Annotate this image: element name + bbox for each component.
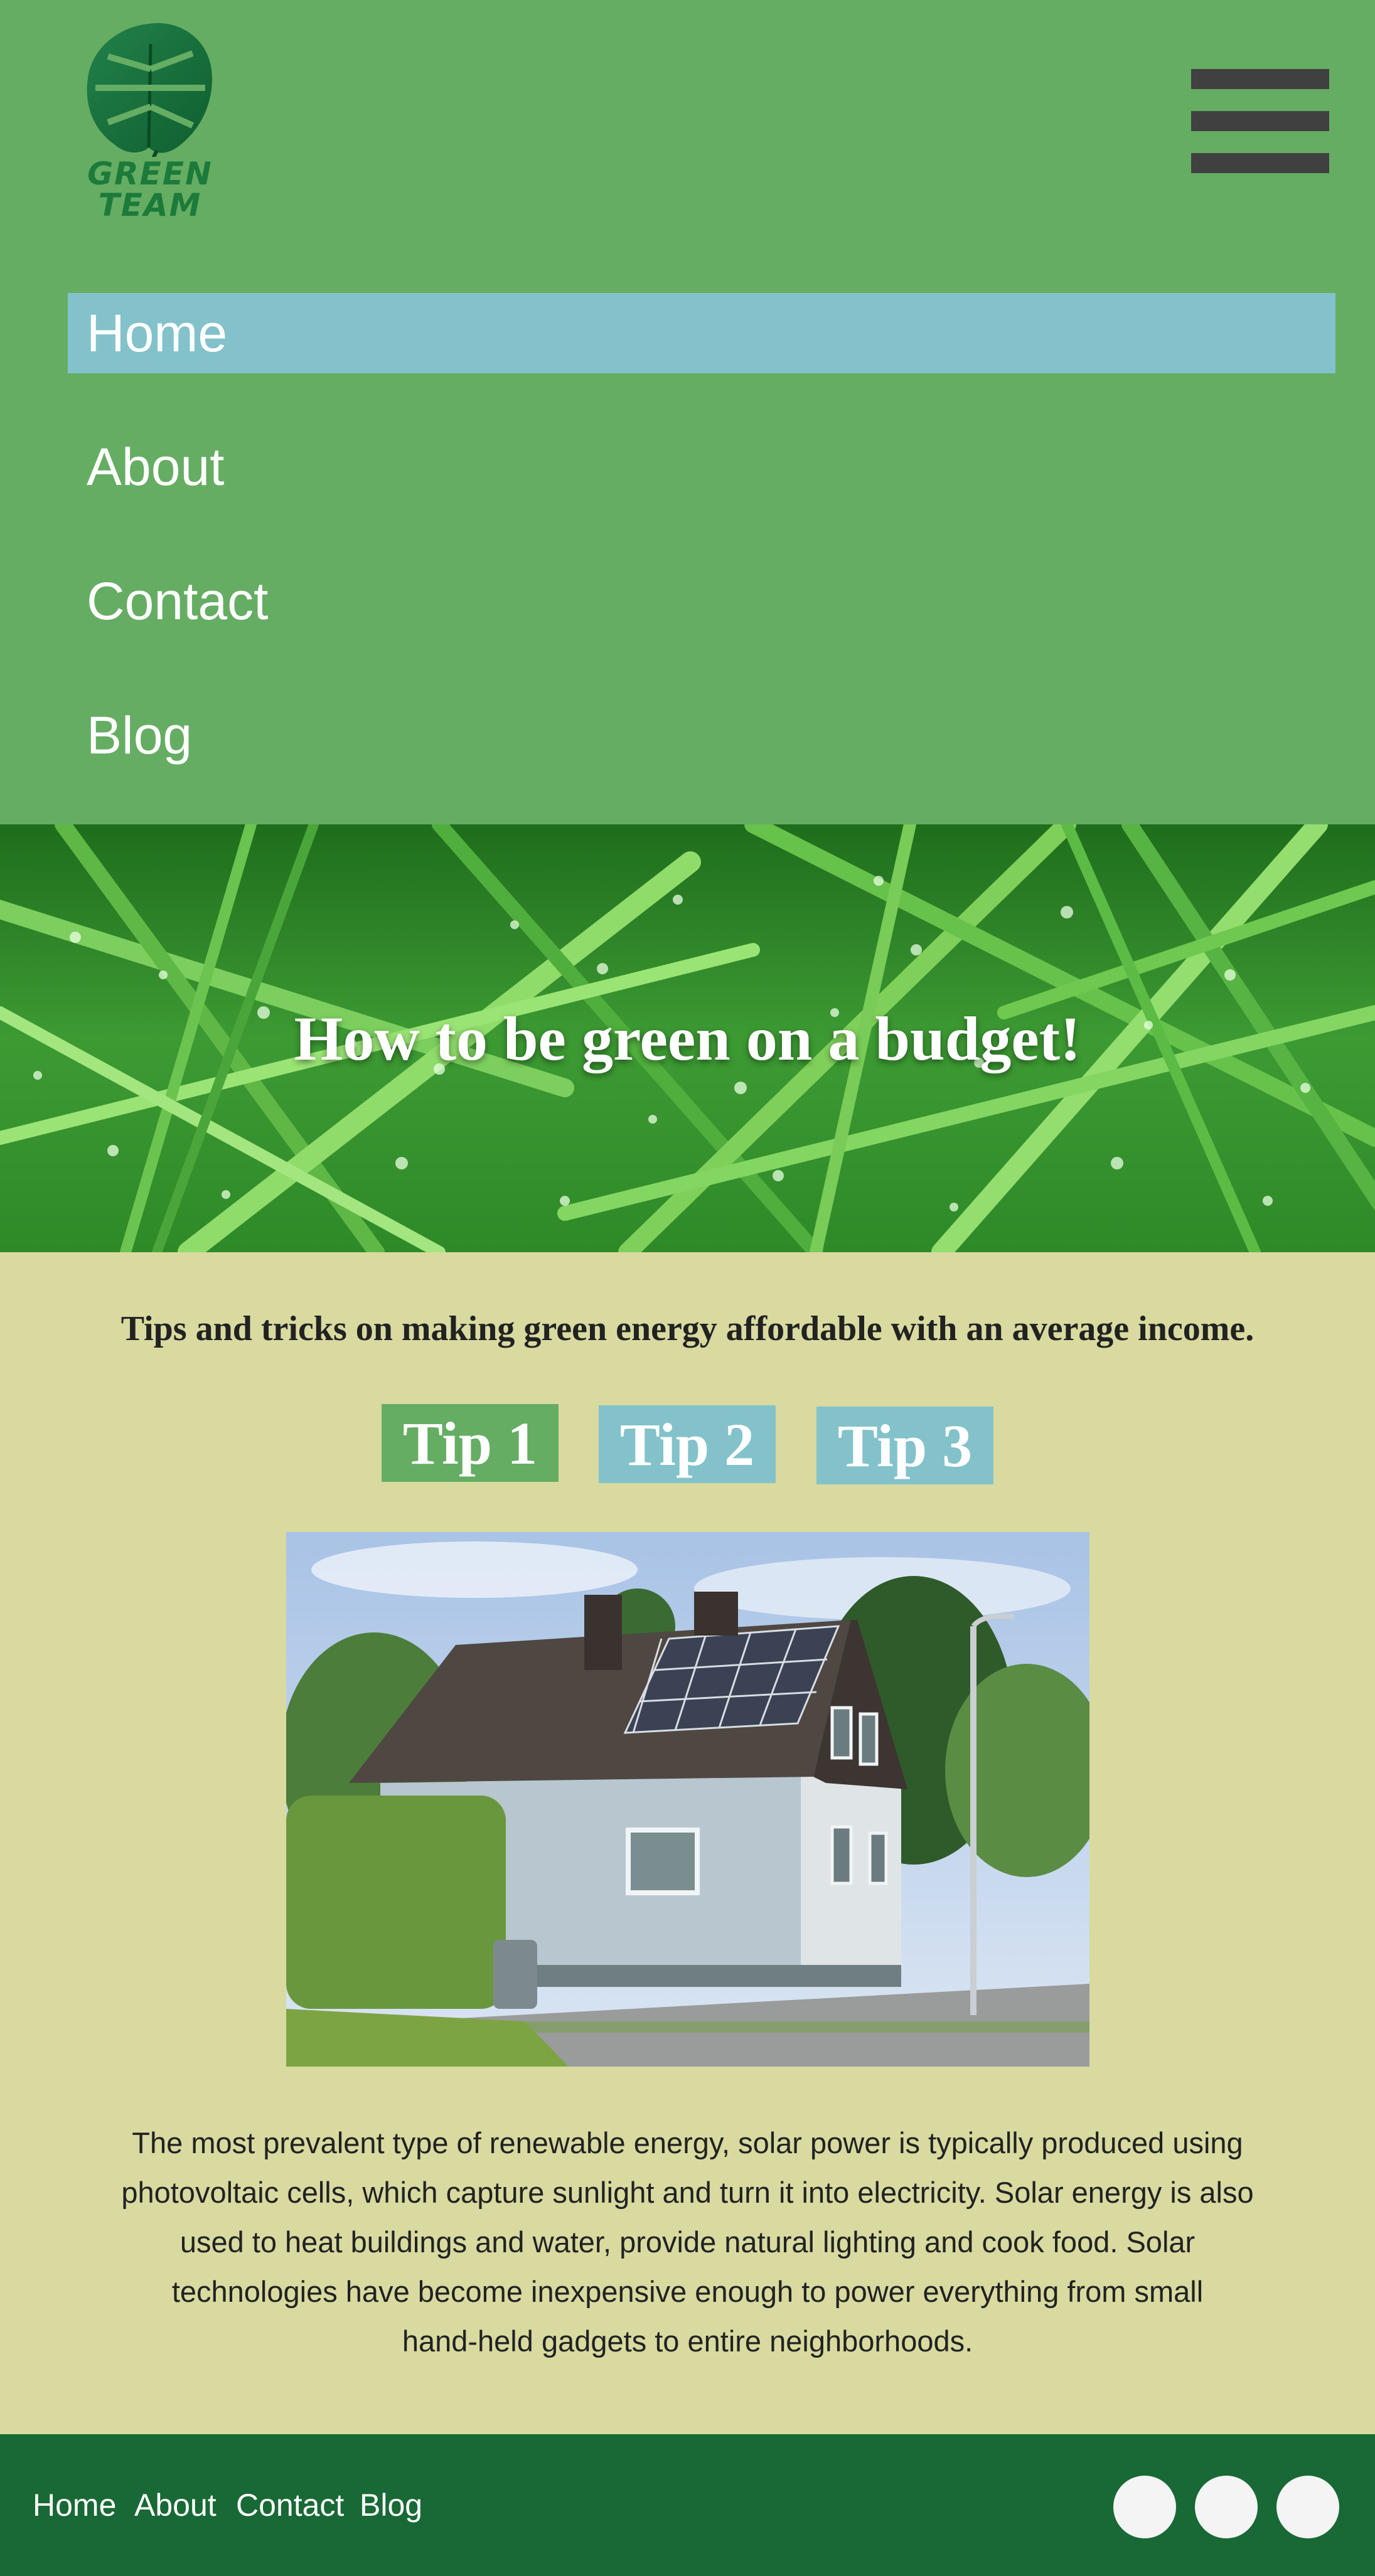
body-line: hand-held gadgets to entire neighborhood… [402,2324,973,2358]
footer-link-contact[interactable]: Contact [236,2434,344,2576]
hero-title: How to be green on a budget! [294,1003,1081,1073]
solar-house-image [286,1532,1089,2067]
hamburger-bar [1191,69,1329,89]
tab-tip-2[interactable]: Tip 2 [599,1405,776,1483]
footer-link-about[interactable]: About [134,2434,217,2576]
tab-tip-1[interactable]: Tip 1 [382,1404,559,1482]
hamburger-bar [1191,153,1329,173]
main-content: Tips and tricks on making green energy a… [0,1252,1375,2434]
nav-item-home[interactable]: Home [68,293,1335,373]
page-subtitle: Tips and tricks on making green energy a… [120,1309,1255,1348]
social-icon-1[interactable] [1113,2476,1176,2538]
logo[interactable]: GREEN TEAM [83,19,217,226]
logo-line-2: TEAM [98,187,202,223]
logo-line-1: GREEN [87,156,213,192]
body-line: The most prevalent type of renewable ene… [132,2126,1243,2159]
social-icon-3[interactable] [1276,2476,1339,2538]
nav-item-contact[interactable]: Contact [68,561,1335,641]
site-footer: Home About Contact Blog [0,2434,1375,2576]
body-line: photovoltaic cells, which capture sunlig… [121,2176,1254,2209]
logo-text: GREEN TEAM [83,158,217,221]
nav-item-about[interactable]: About [68,427,1335,507]
nav-item-blog[interactable]: Blog [68,695,1335,775]
hero-banner: How to be green on a budget! [0,824,1375,1252]
body-line: technologies have become inexpensive eno… [171,2275,1204,2308]
social-icon-2[interactable] [1195,2476,1258,2538]
footer-link-blog[interactable]: Blog [360,2434,422,2576]
tab-tip-3[interactable]: Tip 3 [816,1407,993,1484]
tip-body-text: The most prevalent type of renewable ene… [94,2118,1281,2366]
footer-link-home[interactable]: Home [33,2434,116,2576]
hamburger-bar [1191,111,1329,131]
site-header: GREEN TEAM Home About Contact Blog [0,0,1375,824]
body-line: used to heat buildings and water, provid… [179,2225,1196,2259]
hamburger-menu-icon[interactable] [1191,69,1329,173]
monstera-leaf-icon [87,23,212,157]
